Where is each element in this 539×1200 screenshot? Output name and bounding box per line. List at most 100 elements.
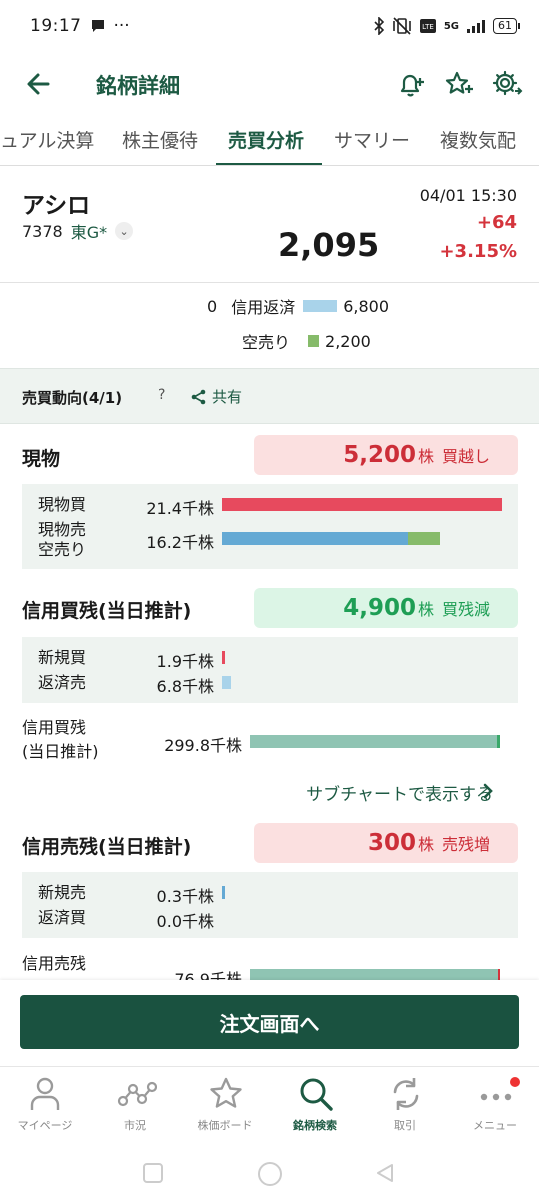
margin-sell-title: 信用売残(当日推計)	[22, 836, 192, 858]
margin-buy-summary-label: 買残減	[441, 600, 490, 619]
margin-sell-box: 新規売 0.3千株 返済買 0.0千株	[22, 872, 518, 938]
margin-new-sell-value: 0.3千株	[156, 887, 214, 906]
settings-button[interactable]	[489, 66, 525, 102]
spot-buy-bar	[222, 498, 502, 511]
bottom-nav: マイページ 市況 株価ボード 銘柄検索 取引 メニュー	[0, 1066, 539, 1146]
bell-plus-icon	[400, 74, 424, 97]
spot-summary-label: 買越し	[441, 447, 490, 466]
back-nav-button[interactable]	[374, 1162, 396, 1184]
stock-price: 2,095	[278, 226, 380, 264]
nav-label-market: 市況	[124, 1119, 146, 1132]
home-button[interactable]	[256, 1160, 284, 1188]
nav-item-trade[interactable]: 取引	[360, 1067, 450, 1147]
margin-sell-total-label: 信用売残	[22, 954, 87, 973]
active-tab-indicator	[216, 163, 322, 165]
add-alert-button[interactable]	[393, 66, 429, 102]
margin-buy-summary-num: 4,900	[343, 595, 416, 621]
stock-code-row: 7378 東G* ⌄	[22, 219, 134, 243]
tab-bar: ュアル決算 株主優待 売買分析 サマリー 複数気配	[0, 118, 539, 166]
stock-name: アシロ	[22, 193, 91, 219]
nav-item-stock-search[interactable]: 銘柄検索	[270, 1067, 360, 1147]
credit-short-value: 2,200	[325, 331, 371, 351]
chat-bubble-icon	[91, 20, 104, 32]
tab-shareholder-benefits[interactable]: 株主優待	[122, 126, 198, 153]
credit-left-value: 0	[207, 296, 218, 316]
signal-icon	[467, 20, 485, 33]
nav-item-stock-board[interactable]: 株価ボード	[180, 1067, 270, 1147]
margin-buy-total-bar	[250, 735, 500, 748]
spot-summary-unit: 株	[417, 447, 434, 466]
nav-label-mypage: マイページ	[17, 1119, 73, 1132]
battery-icon: 61	[493, 18, 520, 34]
screen: 19:17 ··· LTE 5G 61 銘柄詳細 ュアル決算 株主優待 売買分析…	[0, 0, 539, 1200]
network-type: 5G	[443, 20, 459, 32]
recent-apps-button[interactable]	[142, 1162, 164, 1184]
status-time: 19:17	[30, 16, 82, 36]
margin-buy-total-label-2: (当日推計)	[22, 742, 99, 761]
nav-label-stock-search: 銘柄検索	[293, 1119, 337, 1132]
notification-dot	[510, 1077, 520, 1087]
tab-dual-settlement[interactable]: ュアル決算	[0, 126, 94, 153]
trade-icon	[393, 1078, 419, 1110]
divider	[0, 282, 539, 283]
share-icon	[191, 389, 206, 404]
margin-buy-total-value: 299.8千株	[164, 736, 242, 755]
back-button[interactable]	[22, 66, 58, 102]
spot-buy-value: 21.4千株	[146, 499, 214, 518]
credit-repay-row: 0 信用返済 6,800	[207, 294, 389, 318]
margin-new-sell-bar	[222, 886, 225, 899]
add-favorite-button[interactable]	[441, 66, 477, 102]
margin-repay-sell-label: 返済売	[38, 673, 87, 692]
bluetooth-icon	[374, 17, 384, 35]
margin-sell-summary-badge: 300 株 売残増	[254, 823, 518, 863]
star-icon	[210, 1077, 242, 1108]
status-bar: 19:17 ··· LTE 5G 61	[0, 0, 539, 52]
tab-multi-quote[interactable]: 複数気配	[440, 126, 516, 153]
nav-label-menu: メニュー	[473, 1119, 517, 1132]
star-plus-icon	[445, 71, 473, 94]
margin-new-buy-label: 新規買	[38, 648, 87, 667]
gear-icon	[492, 70, 523, 96]
margin-sell-summary-num: 300	[367, 830, 416, 856]
trend-title: 売買動向(4/1)	[22, 389, 123, 407]
order-screen-button[interactable]: 注文画面へ	[20, 995, 519, 1049]
chevron-down-icon[interactable]: ⌄	[115, 222, 134, 240]
market-icon	[117, 1081, 157, 1107]
person-icon	[30, 1077, 60, 1110]
margin-buy-summary-badge: 4,900 株 買残減	[254, 588, 518, 628]
market-selector[interactable]: 東G*	[71, 219, 107, 243]
short-swatch	[308, 335, 320, 347]
spot-sell-label: 現物売 空売り	[38, 520, 86, 560]
margin-new-sell-label: 新規売	[38, 883, 87, 902]
credit-short-row: 空売り 2,200	[242, 329, 371, 353]
search-icon	[300, 1078, 333, 1111]
order-area: 注文画面へ	[0, 980, 539, 1066]
tab-summary[interactable]: サマリー	[334, 126, 410, 153]
margin-buy-box: 新規買 1.9千株 返済売 6.8千株	[22, 637, 518, 703]
margin-sell-summary-label: 売残増	[441, 835, 490, 854]
nav-label-stock-board: 株価ボード	[197, 1119, 253, 1132]
margin-new-buy-bar	[222, 651, 225, 664]
spot-buy-label: 現物買	[38, 495, 87, 514]
margin-repay-sell-bar	[222, 676, 231, 689]
spot-sell-bar	[222, 532, 408, 545]
spot-sell-label-2: 空売り	[38, 540, 87, 559]
quote-datetime: 04/01 15:30	[419, 186, 517, 205]
spot-box: 現物買 21.4千株 現物売 空売り 16.2千株	[22, 484, 518, 569]
spot-title: 現物	[22, 448, 61, 470]
system-nav-bar	[0, 1146, 539, 1200]
share-button[interactable]: 共有	[190, 386, 242, 407]
volte-icon: LTE	[419, 19, 436, 33]
tab-trade-analysis[interactable]: 売買分析	[228, 126, 304, 153]
trade-trend-header: 売買動向(4/1) ? 共有	[0, 368, 539, 424]
subchart-link[interactable]: サブチャートで表示する	[306, 780, 493, 805]
credit-repay-value: 6,800	[343, 296, 390, 316]
spot-sell-value: 16.2千株	[146, 533, 214, 552]
help-button[interactable]: ?	[158, 387, 165, 403]
margin-repay-buy-value: 0.0千株	[156, 912, 214, 931]
nav-item-menu[interactable]: メニュー	[450, 1067, 539, 1147]
nav-item-mypage[interactable]: マイページ	[0, 1067, 90, 1147]
nav-item-market[interactable]: 市況	[90, 1067, 180, 1147]
spot-sell-label-1: 現物売	[38, 520, 87, 539]
chevron-right-icon[interactable]	[481, 782, 495, 800]
